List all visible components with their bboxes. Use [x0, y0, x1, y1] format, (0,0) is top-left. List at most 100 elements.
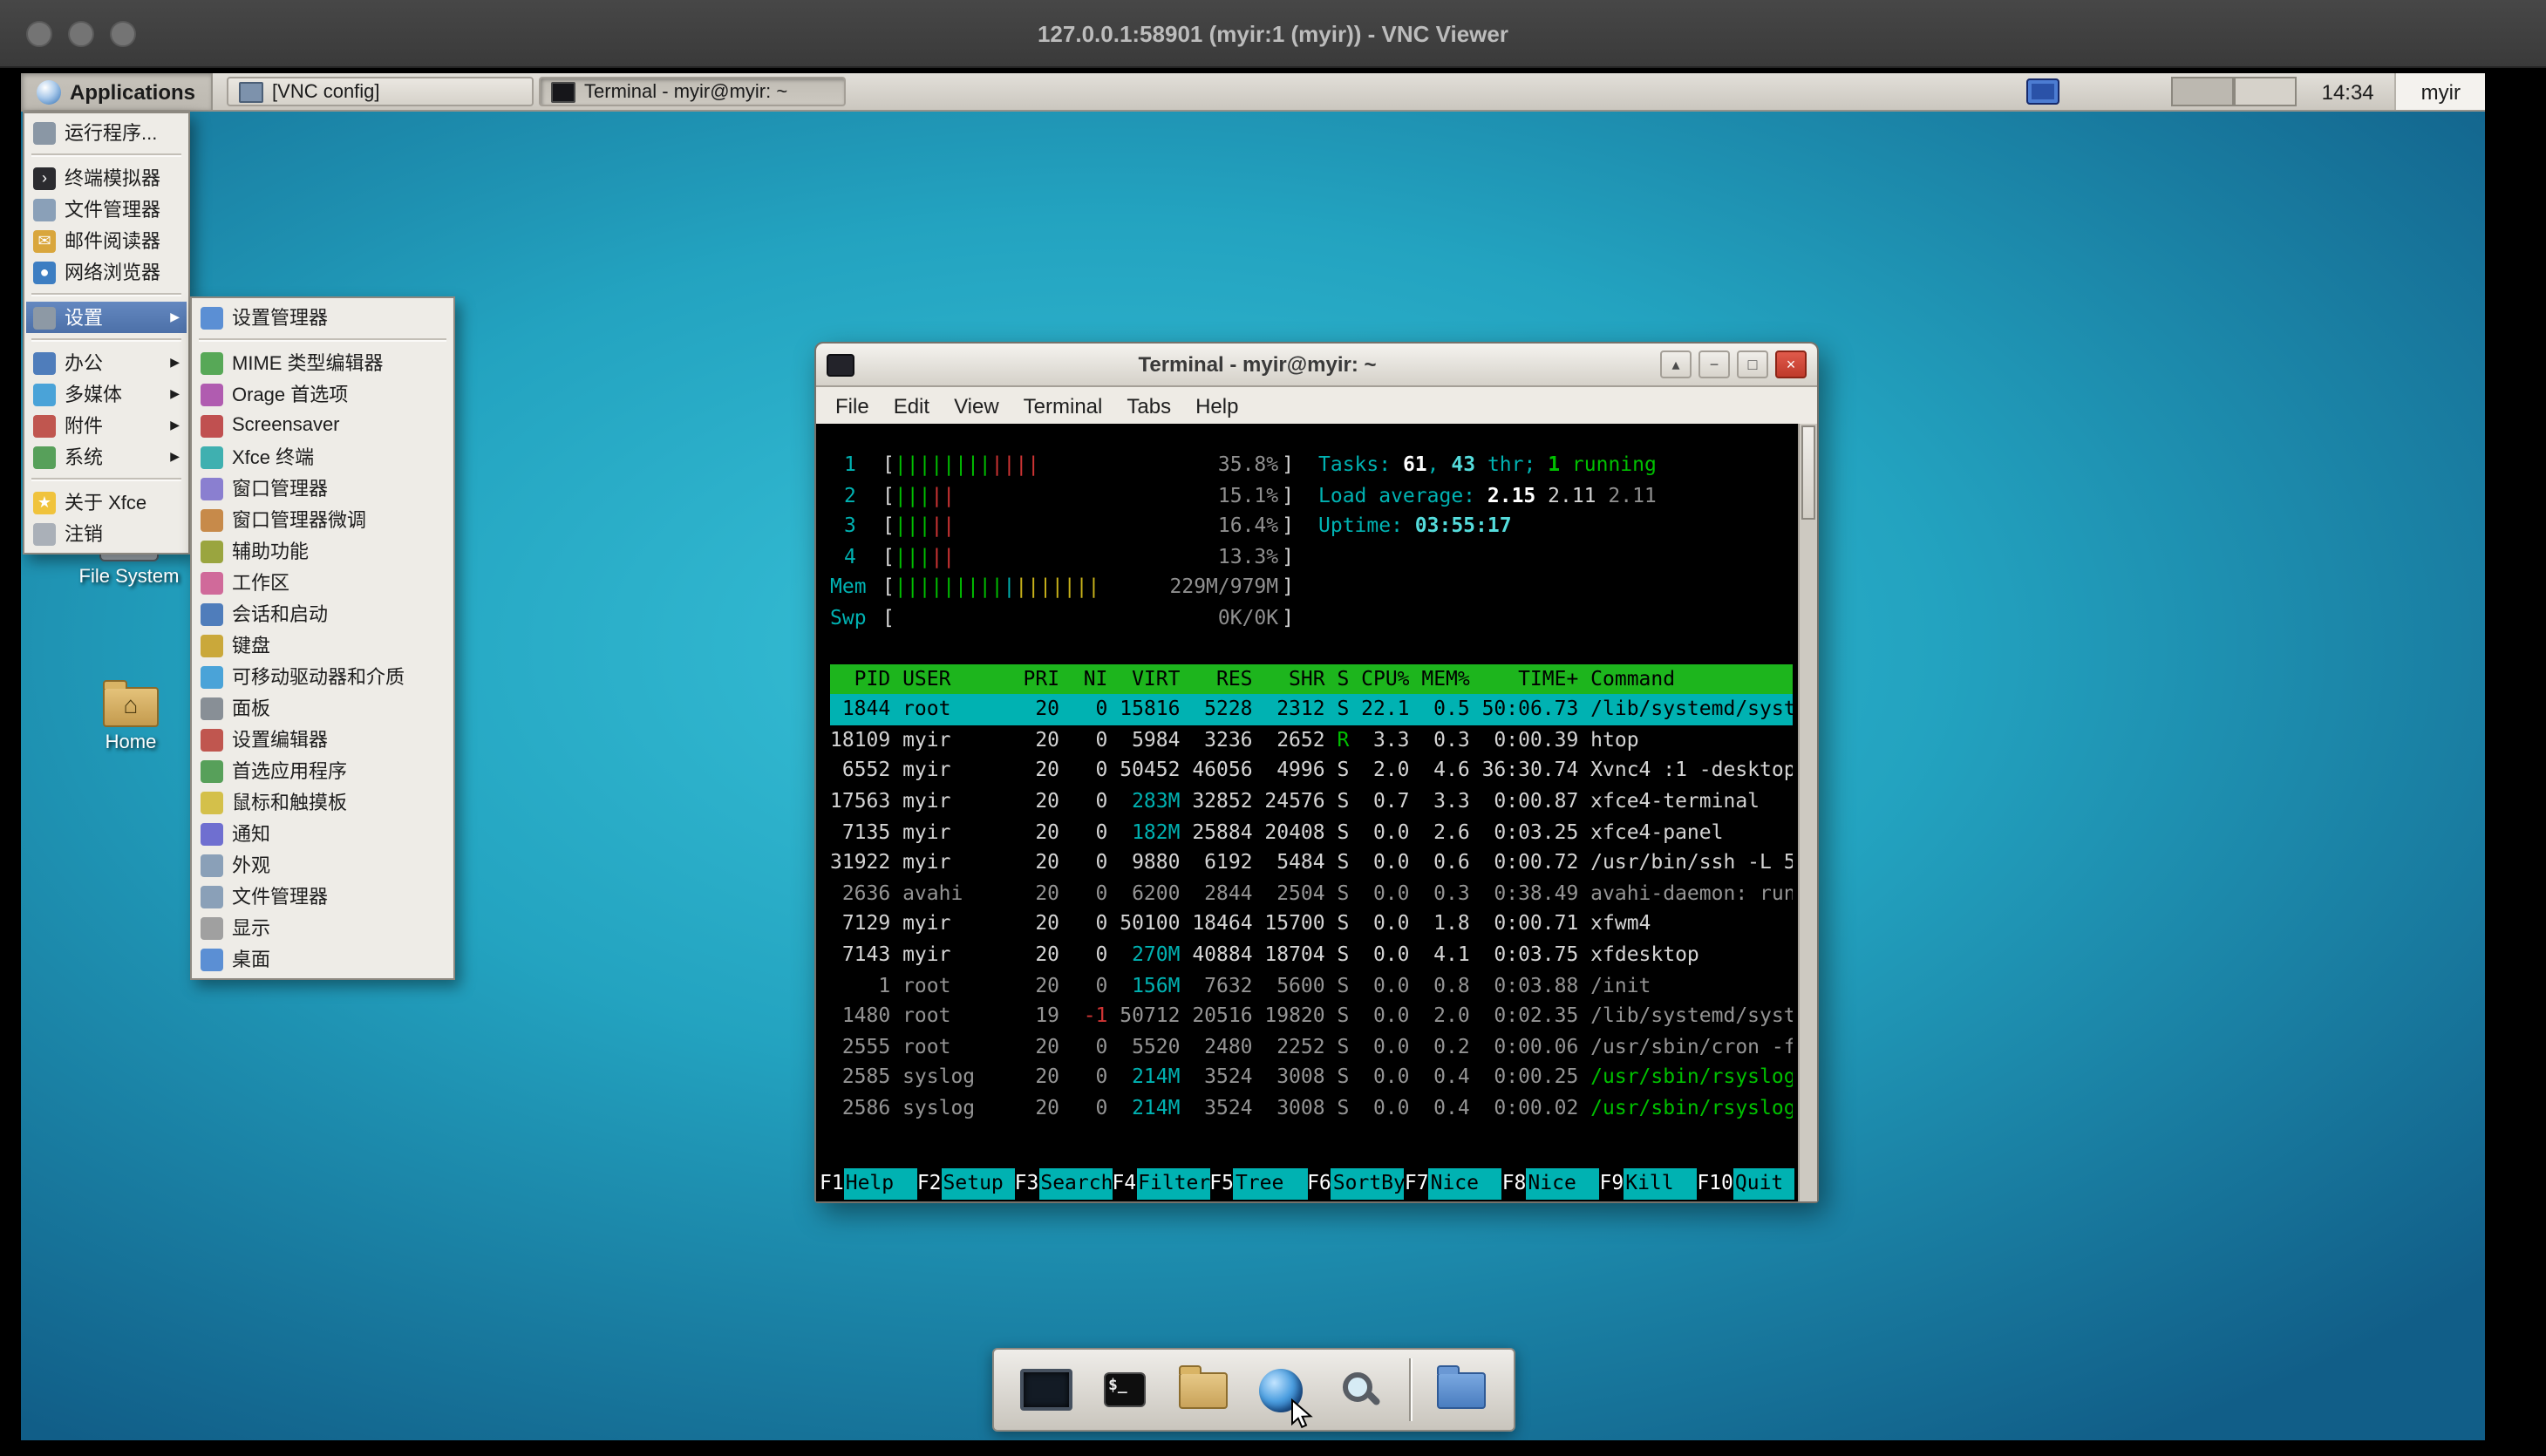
menu-item-screensaver[interactable]: Screensaver	[194, 410, 452, 441]
menu-item-keyboard[interactable]: 键盘	[194, 629, 452, 661]
menu-item-office[interactable]: 办公▶	[26, 347, 187, 378]
terminal-titlebar[interactable]: Terminal - myir@myir: ~ ▴ − □ ×	[816, 344, 1817, 387]
menu-item-accessibility[interactable]: 辅助功能	[194, 535, 452, 567]
menu-item-wm-tweaks[interactable]: 窗口管理器微调	[194, 504, 452, 535]
menu-item-display[interactable]: 显示	[194, 912, 452, 943]
dock-button-file-manager[interactable]	[1429, 1360, 1492, 1419]
menu-item-appearance[interactable]: 外观	[194, 849, 452, 881]
remote-desktop[interactable]: Applications [VNC config]Terminal - myir…	[21, 73, 2485, 1440]
column-header-time[interactable]: TIME+	[1482, 663, 1579, 694]
menu-item-settings-editor[interactable]: 设置编辑器	[194, 724, 452, 755]
menu-item-session-startup[interactable]: 会话和启动	[194, 598, 452, 629]
menu-item-browser[interactable]: ●网络浏览器	[26, 256, 187, 288]
menu-item-notifications[interactable]: 通知	[194, 818, 452, 849]
menu-item-panel[interactable]: 面板	[194, 692, 452, 724]
shade-button[interactable]: ▴	[1660, 350, 1692, 378]
process-row[interactable]: 18109myir200598432362652R3.30.30:00.39ht…	[830, 725, 1793, 756]
workspace-1[interactable]	[2172, 77, 2235, 106]
process-row[interactable]: 2586syslog200214M35243008S0.00.40:00.02/…	[830, 1093, 1793, 1124]
process-row[interactable]: 1844root2001581652282312S22.10.550:06.73…	[830, 694, 1793, 725]
process-row[interactable]: 6552myir20050452460564996S2.04.636:30.74…	[830, 756, 1793, 786]
menu-item-removable-media[interactable]: 可移动驱动器和介质	[194, 661, 452, 692]
column-header-shr[interactable]: SHR	[1264, 663, 1324, 694]
close-window-button[interactable]	[26, 20, 52, 46]
menu-item-system[interactable]: 系统▶	[26, 441, 187, 473]
menu-item-mouse-touchpad[interactable]: 鼠标和触摸板	[194, 786, 452, 818]
fkey-f8[interactable]: F8Nice +	[1502, 1169, 1600, 1200]
menu-item-preferred-apps[interactable]: 首选应用程序	[194, 755, 452, 786]
minimize-button[interactable]: −	[1698, 350, 1730, 378]
menu-item-orage[interactable]: Orage 首选项	[194, 378, 452, 410]
desktop-icon-home[interactable]: Home	[77, 680, 185, 753]
vnc-tray-icon[interactable]	[2027, 78, 2060, 105]
column-header-pid[interactable]: PID	[830, 663, 890, 694]
process-row[interactable]: 2585syslog200214M35243008S0.00.40:00.25/…	[830, 1063, 1793, 1093]
column-header-command[interactable]: Command	[1590, 663, 1793, 694]
fkey-f7[interactable]: F7Nice -	[1405, 1169, 1502, 1200]
dock-button-terminal[interactable]: $_	[1093, 1360, 1155, 1419]
terminal-menu-edit[interactable]: Edit	[882, 393, 942, 418]
fkey-f10[interactable]: F10Quit	[1697, 1169, 1794, 1200]
menu-item-about[interactable]: ★关于 Xfce	[26, 486, 187, 518]
menu-item-logout[interactable]: 注销	[26, 518, 187, 549]
process-row[interactable]: 2636avahi200620028442504S0.00.30:38.49av…	[830, 878, 1793, 908]
fkey-f1[interactable]: F1Help	[820, 1169, 917, 1200]
minimize-window-button[interactable]	[68, 20, 94, 46]
applications-menu-button[interactable]: Applications	[21, 73, 213, 110]
menu-item-multimedia[interactable]: 多媒体▶	[26, 378, 187, 410]
fkey-f5[interactable]: F5Tree	[1209, 1169, 1307, 1200]
column-header-ni[interactable]: NI	[1072, 663, 1108, 694]
menu-item-desktop[interactable]: 桌面	[194, 943, 452, 975]
maximize-button[interactable]: □	[1737, 350, 1768, 378]
terminal-menu-help[interactable]: Help	[1183, 393, 1250, 418]
dock-button-search[interactable]	[1328, 1360, 1391, 1419]
taskbar-window-button[interactable]: Terminal - myir@myir: ~	[539, 77, 846, 106]
fkey-f4[interactable]: F4Filter	[1112, 1169, 1209, 1200]
menu-item-mime-editor[interactable]: MIME 类型编辑器	[194, 347, 452, 378]
process-row[interactable]: 7143myir200270M4088418704S0.04.10:03.75x…	[830, 940, 1793, 970]
taskbar-window-button[interactable]: [VNC config]	[227, 77, 534, 106]
terminal-scrollbar[interactable]	[1798, 424, 1817, 1201]
column-header-cpu[interactable]: CPU%	[1361, 663, 1409, 694]
terminal-menu-tabs[interactable]: Tabs	[1114, 393, 1183, 418]
scrollbar-thumb[interactable]	[1801, 425, 1815, 520]
process-row[interactable]: 17563myir200283M3285224576S0.73.30:00.87…	[830, 786, 1793, 817]
terminal-menu-view[interactable]: View	[942, 393, 1011, 418]
column-header-s[interactable]: S	[1337, 663, 1349, 694]
column-header-mem[interactable]: MEM%	[1421, 663, 1469, 694]
menu-item-file-manager[interactable]: 文件管理器	[194, 881, 452, 912]
dock-button-display[interactable]	[1014, 1360, 1077, 1419]
terminal-screen[interactable]: 1[||||||||||||35.8%]2[|||||15.1%]3[|||||…	[816, 424, 1817, 1201]
menu-item-accessories[interactable]: 附件▶	[26, 410, 187, 441]
menu-item-terminal[interactable]: ›终端模拟器	[26, 162, 187, 194]
menu-item-file-manager[interactable]: 文件管理器	[26, 194, 187, 225]
workspace-2[interactable]	[2235, 77, 2298, 106]
process-row[interactable]: 2555root200552024802252S0.00.20:00.06/us…	[830, 1031, 1793, 1062]
fkey-f6[interactable]: F6SortBy	[1307, 1169, 1405, 1200]
zoom-window-button[interactable]	[110, 20, 136, 46]
menu-item-mail[interactable]: ✉邮件阅读器	[26, 225, 187, 256]
process-row[interactable]: 1480root19-1507122051619820S0.02.00:02.3…	[830, 1001, 1793, 1031]
menu-item-xfce-terminal[interactable]: Xfce 终端	[194, 441, 452, 473]
fkey-f3[interactable]: F3Search	[1015, 1169, 1113, 1200]
menu-item-workspaces[interactable]: 工作区	[194, 567, 452, 598]
vnc-titlebar[interactable]: 127.0.0.1:58901 (myir:1 (myir)) - VNC Vi…	[0, 0, 2546, 68]
fkey-f9[interactable]: F9Kill	[1600, 1169, 1698, 1200]
terminal-menu-terminal[interactable]: Terminal	[1011, 393, 1115, 418]
process-row[interactable]: 7135myir200182M2588420408S0.02.60:03.25x…	[830, 817, 1793, 847]
dock-button-home[interactable]	[1171, 1360, 1234, 1419]
column-header-virt[interactable]: VIRT	[1120, 663, 1180, 694]
menu-item-run[interactable]: 运行程序...	[26, 117, 187, 148]
menu-item-settings[interactable]: 设置▶	[26, 302, 187, 333]
column-header-res[interactable]: RES	[1192, 663, 1252, 694]
column-header-user[interactable]: USER	[902, 663, 1011, 694]
menu-item-window-manager[interactable]: 窗口管理器	[194, 473, 452, 504]
process-row[interactable]: 31922myir200988061925484S0.00.60:00.72/u…	[830, 847, 1793, 878]
process-row[interactable]: 7129myir200501001846415700S0.01.80:00.71…	[830, 909, 1793, 940]
terminal-menu-file[interactable]: File	[823, 393, 882, 418]
menu-item-settings-manager[interactable]: 设置管理器	[194, 302, 452, 333]
process-row[interactable]: 1root200156M76325600S0.00.80:03.88/init	[830, 970, 1793, 1001]
column-header-pri[interactable]: PRI	[1024, 663, 1060, 694]
fkey-f2[interactable]: F2Setup	[917, 1169, 1015, 1200]
workspace-pager[interactable]	[2172, 77, 2298, 106]
